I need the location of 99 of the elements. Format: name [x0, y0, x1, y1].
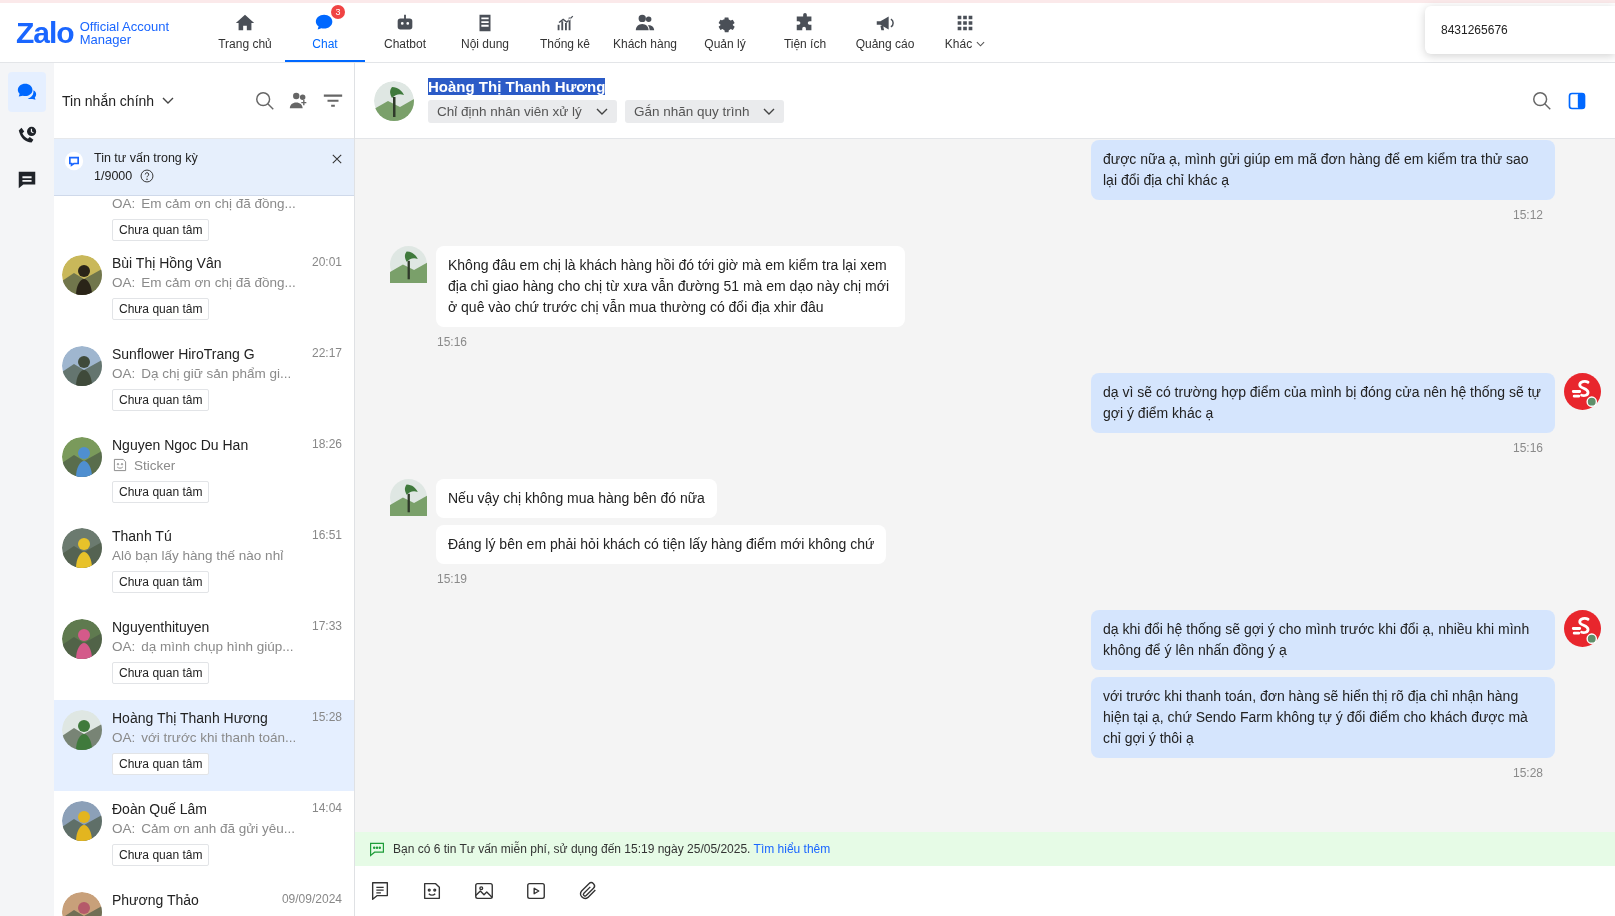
nav-tab[interactable]: Chatbot — [365, 3, 445, 62]
sticker-icon[interactable] — [421, 880, 443, 902]
message-time: 14:04 — [311, 801, 342, 817]
message-preview: dạ mình chụp hình giúp... — [141, 639, 294, 654]
sticker-icon — [112, 457, 128, 473]
status-tag: Chưa quan tâm — [112, 844, 210, 866]
message-preview: Alô bạn lấy hàng thế nào nhỉ — [112, 548, 284, 563]
contact-name: Nguyenthituyen — [112, 619, 210, 635]
banner-title: Tin tư vấn trong kỳ — [94, 151, 198, 165]
side-panel-icon[interactable] — [1567, 90, 1587, 111]
contact-name: Phương Thảo — [112, 892, 199, 908]
logo-subtitle: Official Account — [79, 19, 170, 33]
message-time: 18:26 — [311, 437, 342, 453]
conversation-item[interactable]: Sunflower HiroTrang G 22:17 OA: Dạ chị giữ sản phẩm gi... Chưa quan tâm — [54, 336, 354, 427]
conversation-item[interactable]: Nguyen Ngoc Du Han 18:26 Sticker Chưa quan tâm — [54, 427, 354, 518]
message-preview: Dạ chị giữ sản phẩm gi... — [141, 366, 292, 381]
logo-wordmark: Zalo — [16, 15, 74, 50]
message-time: 09/09/2024 — [281, 892, 342, 908]
learn-more-link[interactable]: Tìm hiểu thêm — [753, 842, 831, 856]
contact-name: Bùi Thị Hồng Vân — [112, 255, 222, 271]
message-time: 15:16 — [1512, 441, 1543, 455]
message-icon — [16, 169, 38, 191]
label-dropdown[interactable]: Gắn nhãn quy trình — [624, 100, 785, 123]
message-bubble: Đáng lý bên em phải hỏi khách có tiện lấy hàng điểm mới không chứ — [436, 525, 887, 564]
nav-tab[interactable]: Trang chủ — [205, 3, 285, 62]
message-preview: Em cảm ơn chị đã đồng... — [141, 275, 296, 290]
message-preview: Em cảm ơn chị đã đồng... — [141, 196, 296, 211]
message-time: 16:51 — [311, 528, 342, 544]
help-icon[interactable] — [140, 169, 155, 183]
conversation-item[interactable]: Nguyenthituyen 17:33 OA: dạ mình chụp hình giúp... Chưa quan tâm — [54, 609, 354, 700]
message-time: 15:28 — [311, 710, 342, 726]
contact-name: Hoàng Thị Thanh Hương — [428, 78, 606, 95]
status-tag: Chưa quan tâm — [112, 219, 210, 241]
chevron-down-icon — [162, 97, 175, 104]
nav-tab[interactable]: Khác — [925, 3, 1005, 62]
contact-name: Thanh Tú — [112, 528, 172, 544]
message-time: 15:19 — [437, 572, 469, 586]
message-preview: Cảm ơn anh đã gửi yêu... — [141, 821, 295, 836]
status-tag: Chưa quan tâm — [112, 481, 210, 503]
nav-tab[interactable]: Quảng cáo — [845, 3, 925, 62]
search-icon[interactable] — [1531, 89, 1553, 112]
conversation-item[interactable]: OA: Em cảm ơn chị đã đồng... Chưa quan tâm — [54, 196, 354, 245]
chat-bubble-icon — [64, 151, 84, 171]
logo-subtitle: Manager — [79, 32, 132, 46]
status-tag: Chưa quan tâm — [112, 662, 210, 684]
status-tag: Chưa quan tâm — [112, 571, 210, 593]
status-tag: Chưa quan tâm — [112, 298, 210, 320]
sender-prefix: OA: — [112, 275, 136, 290]
contact-name: Sunflower HiroTrang G — [112, 346, 255, 362]
image-icon[interactable] — [473, 880, 495, 902]
conversation-item[interactable]: Bùi Thị Hồng Vân 20:01 OA: Em cảm ơn chị đã đồng... Chưa quan tâm — [54, 245, 354, 336]
message-bubble: Không đâu em chị là khách hàng hồi đó tới giờ mà em kiểm tra lại xem địa chỉ giao hàng cho chị từ xưa vẫn đường 51 mà em dạo này chị mới ở quê vào chứ trước chị vẫn mua thường có đổi địa xhir đâu — [436, 246, 905, 327]
message-time: 20:01 — [311, 255, 342, 271]
quota-count: 1/9000 — [94, 169, 133, 183]
conversation-item[interactable]: Phương Thảo 09/09/2024 — [54, 882, 354, 916]
close-icon[interactable] — [330, 152, 344, 166]
note-icon[interactable] — [369, 880, 391, 902]
message-bubble: dạ vì sẽ có trường hợp điểm của mình bị đóng cửa nên hệ thống sẽ tự gợi ý điểm khác ạ — [1091, 373, 1555, 433]
attachment-icon[interactable] — [577, 880, 599, 902]
message-time: 22:17 — [311, 346, 342, 362]
message-bubble: dạ khi đổi hệ thống sẽ gợi ý cho mình trước khi đổi ạ, nhiều khi mình không để ý lên nhấn đồng ý ạ — [1091, 610, 1555, 670]
message-bubble: Nếu vậy chị không mua hàng bên đó nữa — [436, 479, 717, 518]
status-tag: Chưa quan tâm — [112, 389, 210, 411]
chevron-down-icon — [595, 108, 608, 115]
notice-text: Bạn có 6 tin Tư vấn miễn phí, sử dụng đến 15:19 ngày 25/05/2025. Tìm hiểu thêm — [393, 842, 831, 856]
nav-tab[interactable]: 3 Chat — [285, 3, 365, 62]
message-time: 17:33 — [311, 619, 342, 635]
message-bubble: với trước khi thanh toán, đơn hàng sẽ hiển thị rõ địa chỉ nhận hàng hiện tại ạ, chứ Sendo Farm không tự ý đổi điểm cho khách được mà chỉ gợi ý thôi ạ — [1091, 677, 1555, 758]
conversation-item[interactable]: Hoàng Thị Thanh Hương 15:28 OA: với trước khi thanh toán... Chưa quan tâm — [54, 700, 354, 791]
sender-prefix: OA: — [112, 730, 136, 745]
message-time: 15:12 — [1512, 208, 1543, 222]
message-bubble: được nữa ạ, mình gửi giúp em mã đơn hàng để em kiểm tra thử sao lại đổi địa chỉ khác ạ — [1091, 140, 1555, 200]
conversation-item[interactable]: Thanh Tú 16:51 Alô bạn lấy hàng thế nào nhỉ Chưa quan tâm — [54, 518, 354, 609]
message-time: 15:28 — [1512, 766, 1543, 780]
message-preview: Sticker — [134, 457, 176, 473]
contact-name: Nguyen Ngoc Du Han — [112, 437, 249, 453]
sender-prefix: OA: — [112, 821, 136, 836]
sender-prefix: OA: — [112, 196, 136, 211]
status-tag: Chưa quan tâm — [112, 753, 210, 775]
nav-tab[interactable]: Khách hàng — [605, 3, 685, 62]
message-icon — [369, 841, 385, 857]
search-icon[interactable] — [254, 89, 276, 112]
sender-prefix: OA: — [112, 366, 136, 381]
contact-name: Hoàng Thị Thanh Hương — [112, 710, 268, 726]
inbox-dropdown[interactable]: Tin nhắn chính — [62, 92, 175, 109]
sender-prefix: OA: — [112, 639, 136, 654]
nav-tab[interactable]: Thống kê — [525, 3, 605, 62]
chevron-down-icon — [763, 108, 776, 115]
assign-dropdown[interactable]: Chỉ định nhân viên xử lý — [428, 100, 617, 123]
nav-tab[interactable]: Quản lý — [685, 3, 765, 62]
contact-name: Đoàn Quế Lâm — [112, 801, 207, 817]
message-preview: với trước khi thanh toán... — [141, 730, 297, 745]
nav-tab[interactable]: Nội dung — [445, 3, 525, 62]
account-card[interactable]: 8431265676 — [1425, 6, 1615, 54]
nav-tab[interactable]: Tiện ích — [765, 3, 845, 62]
conversation-item[interactable]: Đoàn Quế Lâm 14:04 OA: Cảm ơn anh đã gửi yêu... Chưa quan tâm — [54, 791, 354, 882]
video-icon[interactable] — [525, 880, 547, 902]
message-time: 15:16 — [437, 335, 469, 349]
notification-badge: 3 — [331, 5, 345, 19]
